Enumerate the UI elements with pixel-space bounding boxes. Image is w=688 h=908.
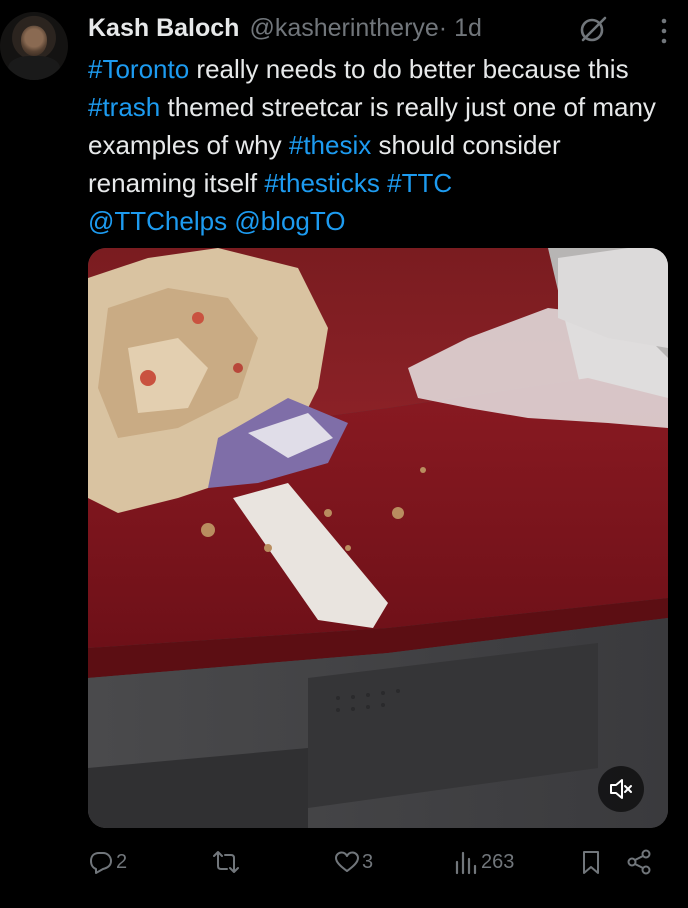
author-name[interactable]: Kash Baloch [88, 14, 239, 43]
speaker-muted-icon [610, 779, 632, 799]
hashtag-thesix[interactable]: #thesix [289, 130, 371, 160]
reply-icon [90, 852, 112, 874]
like-button[interactable]: 3 [334, 840, 373, 884]
like-count: 3 [362, 850, 374, 873]
hashtag-toronto[interactable]: #Toronto [88, 54, 189, 84]
share-button[interactable] [626, 840, 652, 884]
tweet-time[interactable]: · 1d [439, 14, 482, 42]
hashtag-ttc[interactable]: #TTC [387, 168, 452, 198]
bookmark-button[interactable] [578, 840, 604, 884]
heart-icon [335, 851, 359, 872]
view-count: 263 [481, 850, 515, 873]
views-button[interactable]: 263 [453, 840, 514, 884]
video-frame [88, 248, 668, 828]
bookmark-icon [583, 851, 599, 874]
tweet-text: #Toronto really needs to do better becau… [88, 50, 673, 240]
reply-button[interactable]: 2 [88, 840, 127, 884]
retweet-icon [213, 851, 239, 873]
mention-blogto[interactable]: @blogTO [234, 206, 345, 236]
retweet-button[interactable] [213, 840, 239, 884]
more-icon[interactable] [660, 16, 668, 46]
avatar[interactable] [0, 12, 68, 80]
grok-icon[interactable] [578, 14, 608, 44]
tweet-text-segment: really needs to do better because this [189, 54, 629, 84]
mention-ttchelps[interactable]: @TTChelps [88, 206, 227, 236]
mute-button[interactable] [598, 766, 644, 812]
hashtag-trash[interactable]: #trash [88, 92, 160, 122]
share-icon [627, 849, 651, 875]
video-player[interactable] [88, 248, 668, 828]
action-bar: 2 3 263 [88, 840, 668, 884]
author-handle[interactable]: @kasherintherye· 1d [249, 14, 481, 43]
analytics-icon [455, 851, 477, 875]
avatar-face [21, 26, 47, 56]
author-handle-text: @kasherintherye [249, 13, 439, 42]
avatar-body [8, 56, 60, 80]
reply-count: 2 [116, 850, 128, 873]
hashtag-thesticks[interactable]: #thesticks [264, 168, 380, 198]
